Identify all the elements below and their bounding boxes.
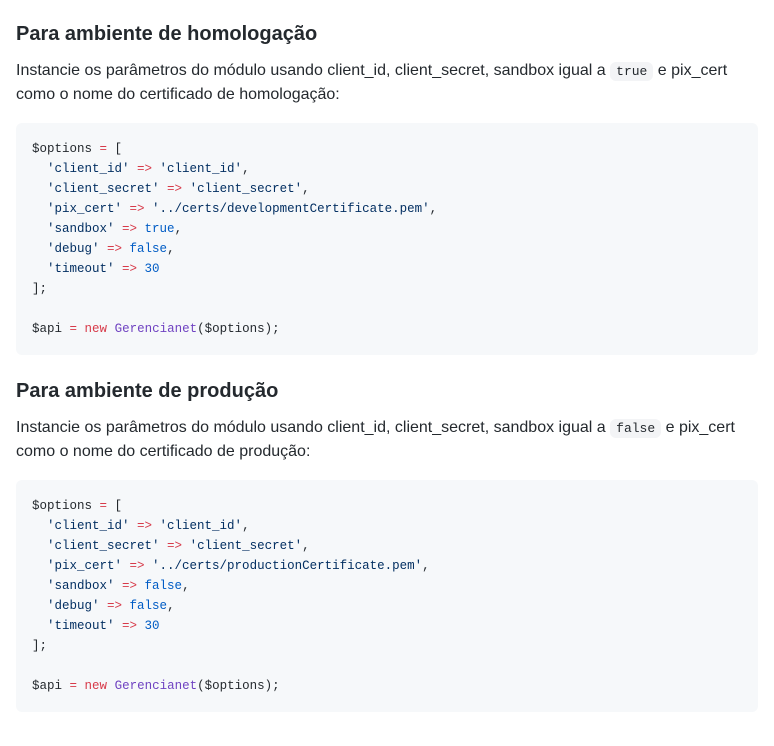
code-token: => xyxy=(160,539,190,553)
code-token: $options xyxy=(32,142,100,156)
code-token: , xyxy=(302,182,310,196)
code-token: ]; xyxy=(32,282,47,296)
paragraph-producao: Instancie os parâmetros do módulo usando… xyxy=(16,416,758,464)
code-token: 'client_secret' xyxy=(47,182,160,196)
para-text: Instancie os parâmetros do módulo usando… xyxy=(16,62,610,79)
code-token: Gerencianet xyxy=(115,679,198,693)
code-token: false xyxy=(130,242,168,256)
inline-code-false: false xyxy=(610,419,661,438)
code-token xyxy=(77,322,85,336)
code-block-homologacao: $options = [ 'client_id' => 'client_id',… xyxy=(16,123,758,355)
code-token xyxy=(32,599,47,613)
code-token: => xyxy=(115,579,145,593)
code-token xyxy=(32,559,47,573)
code-token: => xyxy=(122,202,152,216)
code-token: , xyxy=(175,222,183,236)
code-token: 'client_id' xyxy=(47,162,130,176)
code-token: => xyxy=(100,242,130,256)
code-token: false xyxy=(145,579,183,593)
code-token: 'pix_cert' xyxy=(47,559,122,573)
code-token: , xyxy=(430,202,438,216)
code-token: , xyxy=(182,579,190,593)
code-token: = xyxy=(100,142,108,156)
code-token: [ xyxy=(107,499,122,513)
code-token xyxy=(32,579,47,593)
code-token xyxy=(32,202,47,216)
code-token: ($options); xyxy=(197,322,280,336)
code-token xyxy=(32,222,47,236)
para-text: Instancie os parâmetros do módulo usando… xyxy=(16,419,610,436)
code-token: ($options); xyxy=(197,679,280,693)
code-token: 'timeout' xyxy=(47,619,115,633)
code-token: => xyxy=(160,182,190,196)
code-token: , xyxy=(422,559,430,573)
code-token: 'sandbox' xyxy=(47,222,115,236)
code-token: , xyxy=(242,162,250,176)
code-token: = xyxy=(70,322,78,336)
code-token xyxy=(32,162,47,176)
code-token: => xyxy=(100,599,130,613)
code-token: 'client_secret' xyxy=(190,182,303,196)
code-token: => xyxy=(115,262,145,276)
code-token: 'sandbox' xyxy=(47,579,115,593)
code-token: Gerencianet xyxy=(115,322,198,336)
code-token xyxy=(32,619,47,633)
code-token: , xyxy=(242,519,250,533)
inline-code-true: true xyxy=(610,62,653,81)
code-token: false xyxy=(130,599,168,613)
code-token: new xyxy=(85,322,108,336)
code-token: 30 xyxy=(145,262,160,276)
code-token: = xyxy=(70,679,78,693)
code-token: , xyxy=(302,539,310,553)
code-token: '../certs/productionCertificate.pem' xyxy=(152,559,422,573)
code-token: = xyxy=(100,499,108,513)
code-token xyxy=(32,539,47,553)
code-token: 'timeout' xyxy=(47,262,115,276)
code-token xyxy=(107,322,115,336)
code-token: 'client_id' xyxy=(160,519,243,533)
code-token: 'client_secret' xyxy=(190,539,303,553)
code-token xyxy=(32,262,47,276)
code-token xyxy=(77,679,85,693)
code-token: $options xyxy=(32,499,100,513)
code-block-producao: $options = [ 'client_id' => 'client_id',… xyxy=(16,480,758,712)
code-token: 'debug' xyxy=(47,242,100,256)
code-token: => xyxy=(122,559,152,573)
code-token xyxy=(32,519,47,533)
code-token: => xyxy=(130,519,160,533)
code-token: 'client_id' xyxy=(160,162,243,176)
code-token: 30 xyxy=(145,619,160,633)
code-token: , xyxy=(167,599,175,613)
code-token: 'debug' xyxy=(47,599,100,613)
code-token: => xyxy=(130,162,160,176)
code-token: 'client_secret' xyxy=(47,539,160,553)
code-token: $api xyxy=(32,679,70,693)
code-token xyxy=(32,242,47,256)
code-token: true xyxy=(145,222,175,236)
code-token: '../certs/developmentCertificate.pem' xyxy=(152,202,430,216)
heading-homologacao: Para ambiente de homologação xyxy=(16,22,758,47)
code-token: , xyxy=(167,242,175,256)
code-token: $api xyxy=(32,322,70,336)
code-token: 'client_id' xyxy=(47,519,130,533)
code-token: ]; xyxy=(32,639,47,653)
paragraph-homologacao: Instancie os parâmetros do módulo usando… xyxy=(16,59,758,107)
code-token: [ xyxy=(107,142,122,156)
heading-producao: Para ambiente de produção xyxy=(16,379,758,404)
code-token: 'pix_cert' xyxy=(47,202,122,216)
code-token xyxy=(107,679,115,693)
code-token: => xyxy=(115,222,145,236)
code-token: new xyxy=(85,679,108,693)
code-token xyxy=(32,182,47,196)
code-token: => xyxy=(115,619,145,633)
